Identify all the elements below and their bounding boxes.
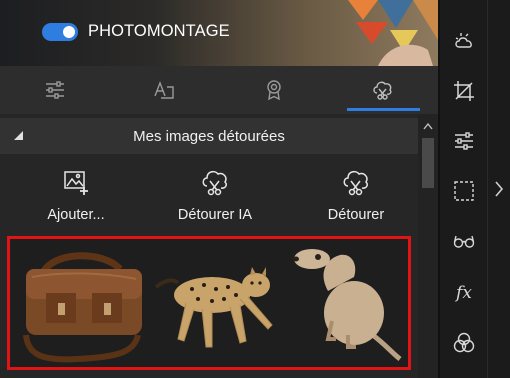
right-toolbar: fx — [440, 0, 487, 378]
scroll-up-arrow-icon[interactable] — [423, 122, 433, 130]
add-button[interactable]: Ajouter... — [16, 166, 136, 223]
cheetah-thumbnail[interactable] — [152, 243, 282, 365]
action-row: Ajouter... Détourer IA Détourer — [0, 166, 418, 230]
selection-tool[interactable] — [451, 178, 477, 204]
collapse-triangle-icon[interactable] — [14, 131, 23, 140]
meerkat-thumbnail[interactable] — [292, 243, 408, 365]
section-header[interactable]: Mes images détourées — [0, 118, 418, 154]
weather-icon — [455, 33, 472, 48]
text-frame-icon — [154, 81, 174, 99]
cutout-button[interactable]: Détourer — [296, 166, 416, 223]
header-banner: PHOTOMONTAGE — [0, 0, 438, 66]
add-image-icon — [64, 171, 88, 195]
glasses-tool[interactable] — [451, 228, 477, 254]
photomontage-title: PHOTOMONTAGE — [88, 22, 230, 40]
cutout-icon — [343, 170, 368, 196]
tab-cutout[interactable] — [329, 66, 439, 114]
adjustments-icon — [455, 132, 473, 150]
selection-icon — [454, 181, 474, 201]
fx-icon: fx — [456, 283, 472, 303]
adjustments-tool[interactable] — [451, 128, 477, 154]
sliders-icon — [45, 81, 64, 99]
fx-tool[interactable]: fx — [451, 280, 477, 306]
color-circles-icon — [453, 332, 475, 353]
cutout-panel: Mes images détourées Ajouter... Détourer… — [0, 114, 418, 378]
ai-cutout-button[interactable]: Détourer IA — [155, 166, 275, 223]
tab-badges[interactable] — [219, 66, 329, 114]
add-label: Ajouter... — [47, 207, 105, 223]
leather-bag-thumbnail[interactable] — [16, 243, 146, 365]
award-badge-icon — [267, 80, 281, 101]
cutout-gallery — [7, 236, 411, 370]
scroll-thumb[interactable] — [422, 138, 434, 188]
color-tool[interactable] — [451, 330, 477, 356]
chevron-right-icon[interactable] — [494, 180, 504, 198]
ai-cutout-label: Détourer IA — [177, 207, 253, 223]
tangram-photo — [348, 0, 438, 66]
expand-panel-edge[interactable] — [487, 0, 510, 378]
section-title: Mes images détourées — [133, 127, 285, 145]
photomontage-toggle[interactable] — [42, 23, 78, 41]
panel-scrollbar[interactable] — [418, 114, 438, 378]
glasses-icon — [453, 235, 475, 248]
weather-tool[interactable] — [451, 28, 477, 54]
cutout-label: Détourer — [327, 207, 385, 223]
crop-icon — [454, 81, 474, 101]
tab-text[interactable] — [110, 66, 220, 114]
ai-cutout-icon — [202, 170, 227, 196]
tool-tabs — [0, 66, 438, 114]
tab-adjustments[interactable] — [0, 66, 110, 114]
cutout-icon — [373, 81, 392, 100]
crop-tool[interactable] — [451, 78, 477, 104]
